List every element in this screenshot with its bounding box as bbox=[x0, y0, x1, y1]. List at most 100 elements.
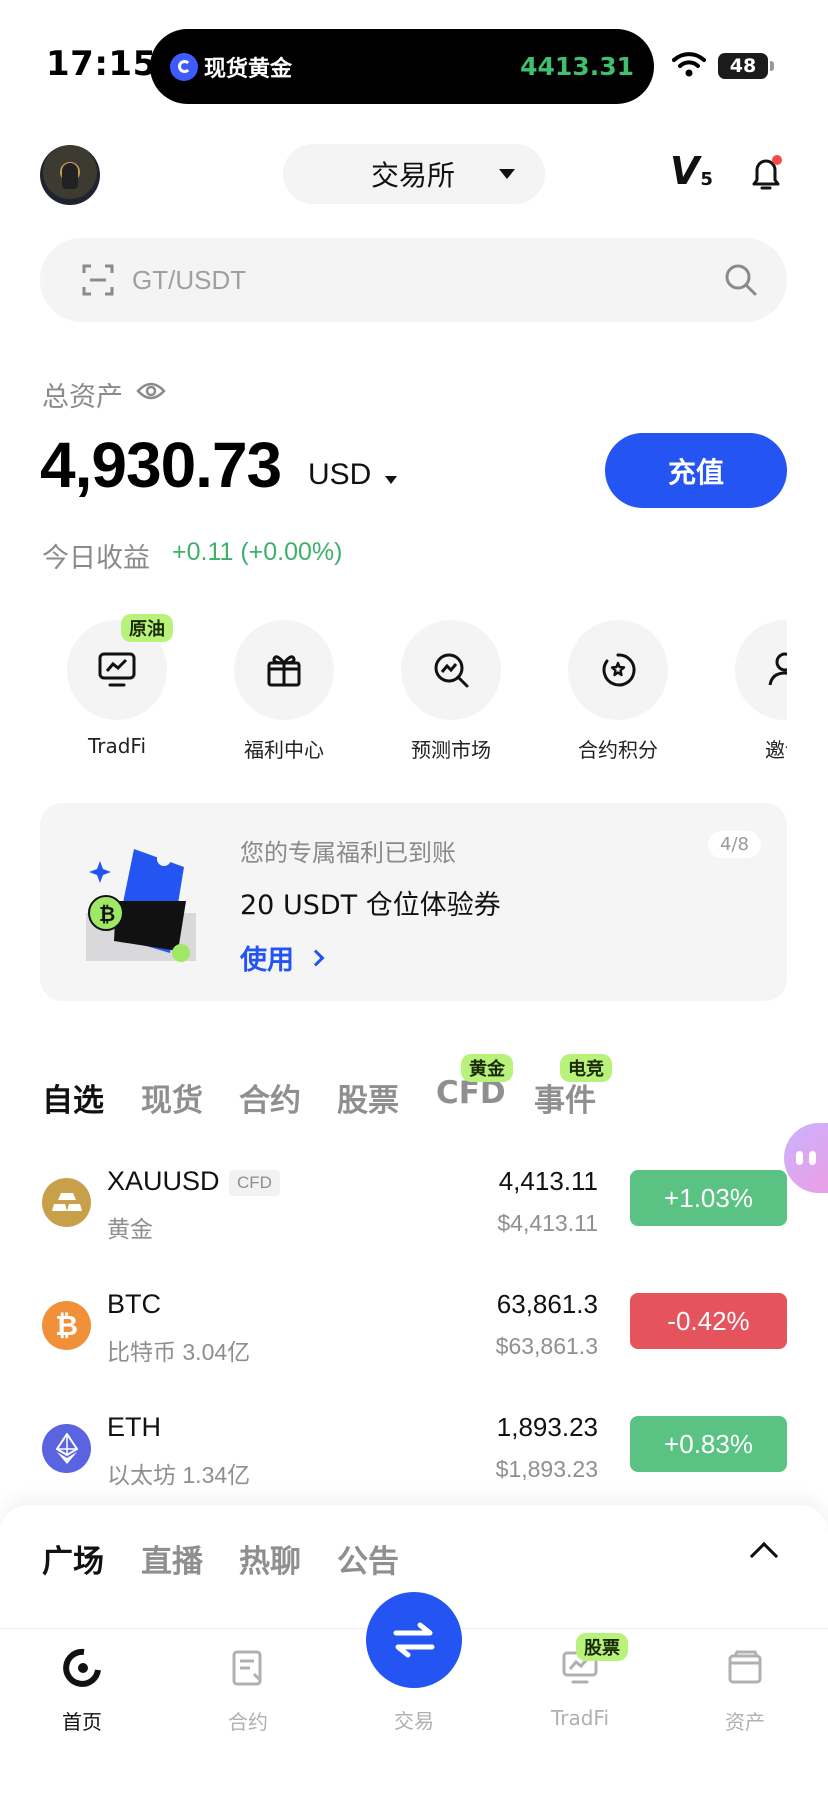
gate-logo-icon bbox=[170, 52, 198, 81]
tab-live[interactable]: 直播 bbox=[141, 1536, 203, 1581]
market-row-xauusd[interactable]: XAUUSD CFD 黄金 4,413.11 $4,413.11 +1.03% bbox=[0, 1160, 828, 1270]
nav-assets[interactable]: 资产 bbox=[685, 1648, 805, 1735]
home-icon bbox=[63, 1648, 101, 1687]
nav-label: 首页 bbox=[62, 1710, 102, 1734]
nav-label: 资产 bbox=[725, 1710, 765, 1734]
tab-watchlist[interactable]: 自选 bbox=[42, 1075, 104, 1120]
promo-subtitle: 您的专属福利已到账 bbox=[240, 839, 456, 867]
market-change-badge[interactable]: +0.83% bbox=[630, 1416, 787, 1472]
quick-action-label: 邀请 bbox=[765, 738, 787, 762]
market-price-usd: $4,413.11 bbox=[497, 1210, 598, 1236]
promo-card[interactable]: ₿ 您的专属福利已到账 20 USDT 仓位体验券 使用 4/8 bbox=[40, 803, 787, 1001]
status-time: 17:15 bbox=[46, 44, 157, 84]
market-name: 以太坊 1.34亿 bbox=[107, 1462, 251, 1488]
tab-hot-chat[interactable]: 热聊 bbox=[239, 1536, 301, 1581]
nav-tradfi[interactable]: TradFi bbox=[520, 1648, 640, 1730]
swap-arrows-icon bbox=[393, 1622, 435, 1658]
wifi-icon bbox=[672, 52, 706, 77]
market-symbol: XAUUSD bbox=[107, 1166, 220, 1196]
promo-title: 20 USDT 仓位体验券 bbox=[240, 890, 501, 921]
contract-doc-icon bbox=[232, 1650, 262, 1686]
battery-tip bbox=[770, 61, 774, 71]
quick-action-label: 福利中心 bbox=[244, 738, 324, 762]
quick-action-tradfi[interactable]: TradFi 原油 bbox=[47, 614, 187, 758]
search-bar[interactable] bbox=[40, 238, 787, 322]
battery-indicator: 48 bbox=[718, 53, 768, 79]
vip-level: 5 bbox=[700, 169, 713, 191]
quick-action-points[interactable]: 合约积分 bbox=[548, 620, 688, 763]
svg-text:₿: ₿ bbox=[99, 902, 115, 926]
exchange-label: 交易所 bbox=[371, 159, 456, 192]
bell-icon[interactable] bbox=[748, 154, 784, 194]
ethereum-icon bbox=[42, 1424, 91, 1473]
caret-down-icon[interactable] bbox=[385, 476, 397, 484]
nav-tradfi-tag: 股票 bbox=[576, 1633, 628, 1661]
quick-action-label: TradFi bbox=[87, 734, 147, 758]
currency-unit[interactable]: USD bbox=[308, 458, 371, 492]
gold-icon bbox=[42, 1178, 91, 1227]
vip-letter: V bbox=[670, 149, 700, 193]
market-symbol: BTC bbox=[107, 1289, 161, 1319]
quick-action-label: 预测市场 bbox=[411, 738, 491, 762]
today-pnl-value: +0.11 (+0.00%) bbox=[172, 538, 343, 566]
scan-icon[interactable] bbox=[82, 264, 114, 296]
total-assets-label: 总资产 bbox=[42, 382, 123, 413]
island-price: 4413.31 bbox=[520, 52, 634, 81]
nav-home[interactable]: 首页 bbox=[22, 1648, 142, 1735]
tab-spot[interactable]: 现货 bbox=[141, 1075, 203, 1120]
market-price-usd: $1,893.23 bbox=[495, 1456, 598, 1482]
search-chart-icon bbox=[434, 653, 469, 688]
wallet-icon bbox=[728, 1650, 762, 1684]
island-title: 现货黄金 bbox=[204, 56, 293, 82]
tab-announcements[interactable]: 公告 bbox=[337, 1536, 399, 1581]
promo-use-link[interactable]: 使用 bbox=[240, 938, 325, 977]
bitcoin-icon: ₿ bbox=[42, 1301, 91, 1350]
quick-action-welfare[interactable]: 福利中心 bbox=[214, 620, 354, 763]
market-price: 4,413.11 bbox=[498, 1166, 598, 1196]
user-add-icon bbox=[768, 652, 787, 686]
vip-level-badge[interactable]: V 5 bbox=[670, 152, 713, 190]
market-row-eth[interactable]: ETH 以太坊 1.34亿 1,893.23 $1,893.23 +0.83% bbox=[0, 1406, 828, 1516]
market-name: 比特币 3.04亿 bbox=[107, 1339, 251, 1365]
tab-stocks[interactable]: 股票 bbox=[337, 1075, 399, 1120]
market-name: 黄金 bbox=[107, 1216, 153, 1242]
today-pnl-label: 今日收益 bbox=[42, 543, 150, 574]
points-icon bbox=[602, 653, 636, 687]
nav-label: TradFi bbox=[550, 1706, 610, 1730]
tab-futures[interactable]: 合约 bbox=[239, 1075, 301, 1120]
avatar[interactable] bbox=[40, 145, 100, 205]
nav-label: 合约 bbox=[228, 1710, 268, 1734]
tab-square[interactable]: 广场 bbox=[42, 1536, 104, 1581]
trade-button[interactable] bbox=[366, 1592, 462, 1688]
quick-action-invite[interactable]: 邀请 bbox=[715, 620, 787, 763]
tab-events-tag: 电竞 bbox=[560, 1054, 612, 1082]
deposit-button[interactable]: 充值 bbox=[605, 433, 787, 508]
dynamic-island-ticker[interactable]: 现货黄金 4413.31 bbox=[150, 29, 654, 104]
market-price: 63,861.3 bbox=[496, 1289, 598, 1319]
search-input[interactable] bbox=[132, 238, 652, 322]
market-row-btc[interactable]: ₿ BTC 比特币 3.04亿 63,861.3 $63,861.3 -0.42… bbox=[0, 1283, 828, 1393]
chart-board-icon bbox=[98, 652, 136, 687]
quick-action-prediction[interactable]: 预测市场 bbox=[381, 620, 521, 763]
caret-down-icon bbox=[499, 169, 515, 179]
quick-action-label: 合约积分 bbox=[578, 738, 658, 762]
tab-cfd-tag: 黄金 bbox=[461, 1054, 513, 1082]
market-price: 1,893.23 bbox=[496, 1412, 598, 1442]
nav-trade-label[interactable]: 交易 bbox=[366, 1705, 462, 1734]
nav-contracts[interactable]: 合约 bbox=[188, 1648, 308, 1735]
exchange-selector[interactable]: 交易所 bbox=[283, 144, 545, 204]
market-change-badge[interactable]: -0.42% bbox=[630, 1293, 787, 1349]
market-type-tag: CFD bbox=[229, 1170, 280, 1196]
promo-use-label: 使用 bbox=[240, 945, 294, 976]
voucher-illustration: ₿ bbox=[86, 849, 196, 962]
market-symbol: ETH bbox=[107, 1412, 161, 1442]
search-icon[interactable] bbox=[723, 262, 759, 298]
gift-icon bbox=[267, 655, 301, 687]
promo-page-indicator: 4/8 bbox=[708, 831, 761, 858]
market-change-badge[interactable]: +1.03% bbox=[630, 1170, 787, 1226]
quick-action-tag: 原油 bbox=[121, 614, 173, 642]
total-assets-value: 4,930.73 bbox=[40, 429, 282, 501]
quick-actions: TradFi 原油 福利中心 预测市场 合约积分 邀 bbox=[0, 600, 787, 770]
market-price-usd: $63,861.3 bbox=[495, 1333, 598, 1359]
eye-icon[interactable] bbox=[136, 380, 166, 402]
